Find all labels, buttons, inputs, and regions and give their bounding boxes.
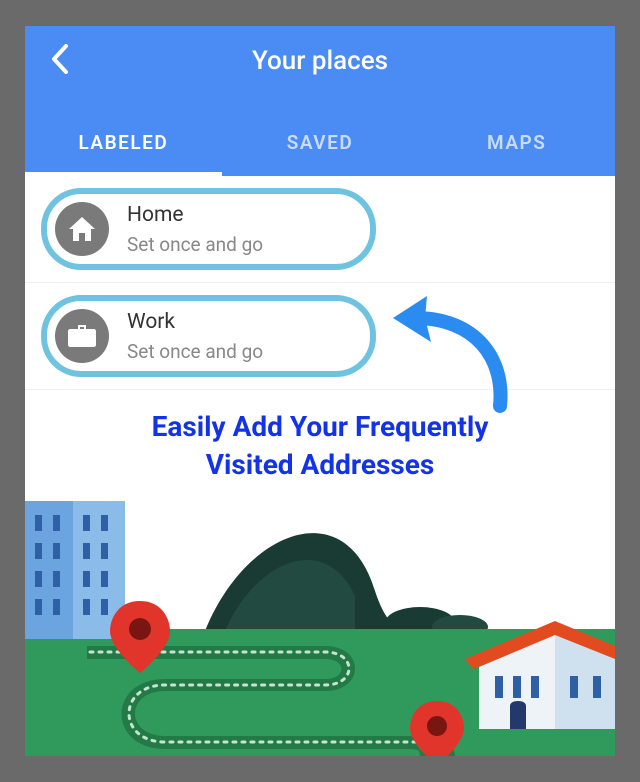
work-icon-circle [55, 309, 109, 363]
work-place-button[interactable]: Work Set once and go [41, 295, 376, 377]
callout-line1: Easily Add Your Frequently [152, 410, 489, 443]
list-item: Work Set once and go [25, 283, 615, 390]
tab-saved[interactable]: SAVED [222, 131, 419, 176]
home-sub: Set once and go [127, 233, 263, 256]
header: Your places LABELED SAVED MAPS [25, 26, 615, 176]
illustration [25, 501, 615, 756]
tabs: LABELED SAVED MAPS [25, 96, 615, 176]
briefcase-icon [68, 324, 96, 348]
chevron-left-icon [51, 44, 69, 74]
app-screen: Your places LABELED SAVED MAPS Home Set … [25, 26, 615, 756]
list-item: Home Set once and go [25, 176, 615, 283]
home-label: Home [127, 203, 263, 227]
titlebar: Your places [25, 26, 615, 96]
work-sub: Set once and go [127, 340, 263, 363]
tab-maps[interactable]: MAPS [418, 131, 615, 176]
places-list: Home Set once and go Work Set once and g… [25, 176, 615, 390]
home-icon [68, 216, 96, 242]
home-icon-circle [55, 202, 109, 256]
page-title: Your places [252, 46, 388, 76]
home-place-button[interactable]: Home Set once and go [41, 188, 376, 270]
item-text: Work Set once and go [127, 310, 263, 363]
callout-line2: Visited Addresses [206, 448, 435, 481]
work-label: Work [127, 310, 263, 334]
callout-text: Easily Add Your Frequently Visited Addre… [25, 390, 615, 490]
tab-labeled[interactable]: LABELED [25, 131, 222, 176]
back-button[interactable] [43, 36, 77, 86]
item-text: Home Set once and go [127, 203, 263, 256]
